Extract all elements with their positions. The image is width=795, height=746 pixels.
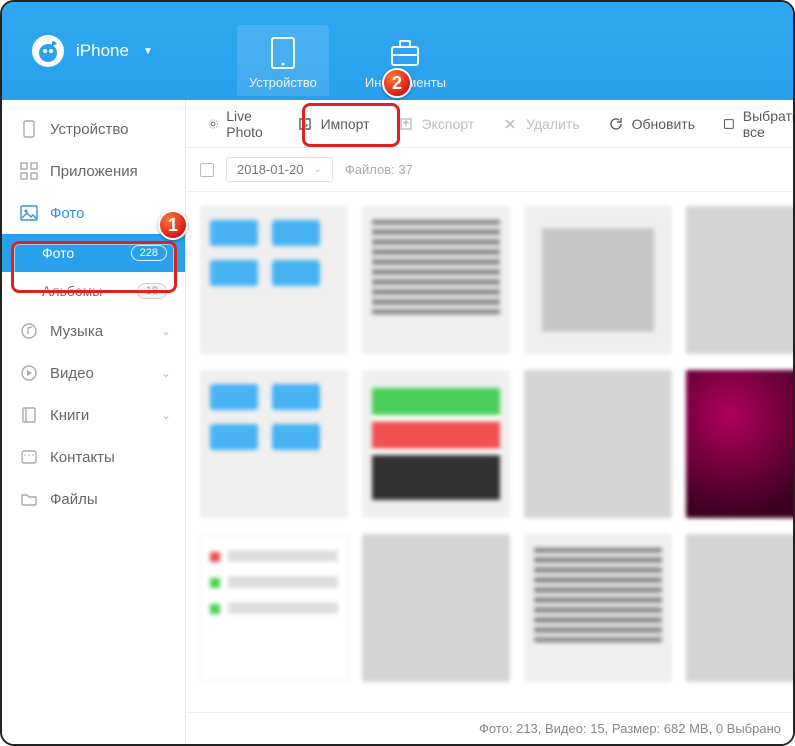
- chevron-down-icon: ⌄: [161, 324, 171, 338]
- toolbar-selectall-button[interactable]: Выбрать все: [711, 102, 795, 146]
- delete-icon: [502, 116, 518, 132]
- main-panel: Live Photo Импорт Экспорт Удалить Обнови…: [186, 100, 793, 744]
- chevron-down-icon: ⌄: [161, 366, 171, 380]
- import-icon: [297, 116, 313, 132]
- toolbar-export-button[interactable]: Экспорт: [386, 110, 487, 138]
- sidebar-item-label: Фото: [50, 205, 84, 222]
- video-icon: [20, 364, 38, 382]
- status-bar: Фото: 213, Видео: 15, Размер: 682 MB, 0 …: [186, 712, 793, 744]
- contacts-icon: [20, 448, 38, 466]
- refresh-icon: [608, 116, 624, 132]
- checkbox-icon: [723, 116, 735, 132]
- status-text: Фото: 213, Видео: 15, Размер: 682 MB, 0 …: [479, 721, 781, 736]
- device-switcher[interactable]: iPhone ▼: [2, 2, 181, 100]
- date-filter-value: 2018-01-20: [237, 162, 304, 177]
- photo-thumbnail[interactable]: [686, 370, 793, 518]
- app-header: iPhone ▼ Устройство Инструменты: [2, 2, 793, 100]
- music-icon: [20, 322, 38, 340]
- toolbar-livephoto-button[interactable]: Live Photo: [196, 102, 281, 146]
- toolbar-button-label: Live Photo: [226, 108, 268, 140]
- filter-bar: 2018-01-20 ⌄ Файлов: 37: [186, 148, 793, 192]
- header-tab-label: Инструменты: [365, 75, 446, 90]
- photo-thumbnail[interactable]: [524, 370, 672, 518]
- sidebar-sub-label: Фото: [42, 245, 74, 261]
- photo-thumbnail[interactable]: [524, 206, 672, 354]
- sidebar-item-label: Видео: [50, 365, 94, 382]
- sidebar-item-books[interactable]: Книги ⌄: [2, 394, 185, 436]
- date-filter-dropdown[interactable]: 2018-01-20 ⌄: [226, 157, 333, 182]
- photo-thumbnail[interactable]: [362, 534, 510, 682]
- sidebar-item-label: Книги: [50, 407, 89, 424]
- header-tab-tools[interactable]: Инструменты: [353, 25, 458, 96]
- toolbar-button-label: Импорт: [321, 116, 370, 132]
- toolbar-refresh-button[interactable]: Обновить: [596, 110, 707, 138]
- photo-thumbnail[interactable]: [362, 370, 510, 518]
- photo-thumbnail[interactable]: [524, 534, 672, 682]
- photo-thumbnail[interactable]: [200, 206, 348, 354]
- sidebar-item-contacts[interactable]: Контакты: [2, 436, 185, 478]
- count-badge: 18: [137, 283, 167, 299]
- header-tab-label: Устройство: [249, 75, 317, 90]
- header-tab-device[interactable]: Устройство: [237, 25, 329, 96]
- toolbar-button-label: Удалить: [526, 116, 579, 132]
- photo-thumbnail[interactable]: [686, 534, 793, 682]
- photo-thumbnail[interactable]: [686, 206, 793, 354]
- sidebar: Устройство Приложения Фото ⌄ Фото 228 Ал…: [2, 100, 186, 744]
- chevron-down-icon: ⌄: [161, 206, 171, 220]
- sidebar-sub-photo[interactable]: Фото 228: [2, 234, 185, 272]
- app-logo-icon: [30, 33, 66, 69]
- photo-thumbnail[interactable]: [200, 370, 348, 518]
- sidebar-item-music[interactable]: Музыка ⌄: [2, 310, 185, 352]
- toolbar-button-label: Экспорт: [422, 116, 475, 132]
- chevron-down-icon: ⌄: [314, 164, 322, 175]
- folder-icon: [20, 490, 38, 508]
- sidebar-item-label: Музыка: [50, 323, 103, 340]
- toolbar-delete-button[interactable]: Удалить: [490, 110, 591, 138]
- sidebar-item-apps[interactable]: Приложения: [2, 150, 185, 192]
- photo-icon: [20, 204, 38, 222]
- toolbar-button-label: Выбрать все: [743, 108, 795, 140]
- toolbar-button-label: Обновить: [632, 116, 695, 132]
- sidebar-item-label: Устройство: [50, 121, 128, 138]
- chevron-down-icon: ⌄: [161, 408, 171, 422]
- sidebar-item-label: Приложения: [50, 163, 138, 180]
- device-name: iPhone: [76, 41, 129, 61]
- sidebar-item-label: Контакты: [50, 449, 115, 466]
- sidebar-item-label: Файлы: [50, 491, 98, 508]
- sidebar-item-files[interactable]: Файлы: [2, 478, 185, 520]
- photo-thumbnail[interactable]: [362, 206, 510, 354]
- toolbox-icon: [388, 35, 422, 71]
- count-badge: 228: [131, 245, 167, 261]
- chevron-down-icon: ▼: [143, 46, 153, 57]
- books-icon: [20, 406, 38, 424]
- tablet-icon: [266, 35, 300, 71]
- sidebar-sub-label: Альбомы: [42, 283, 102, 299]
- file-count-label: Файлов: 37: [345, 162, 413, 177]
- toolbar-import-button[interactable]: Импорт: [285, 110, 382, 138]
- sidebar-item-device[interactable]: Устройство: [2, 108, 185, 150]
- sidebar-item-video[interactable]: Видео ⌄: [2, 352, 185, 394]
- toolbar: Live Photo Импорт Экспорт Удалить Обнови…: [186, 100, 793, 148]
- sidebar-item-photo[interactable]: Фото ⌄: [2, 192, 185, 234]
- livephoto-icon: [208, 116, 218, 132]
- device-icon: [20, 120, 38, 138]
- thumbnail-grid: [186, 192, 793, 744]
- select-all-checkbox[interactable]: [200, 163, 214, 177]
- sidebar-sub-albums[interactable]: Альбомы 18: [2, 272, 185, 310]
- apps-icon: [20, 162, 38, 180]
- export-icon: [398, 116, 414, 132]
- photo-thumbnail[interactable]: [200, 534, 348, 682]
